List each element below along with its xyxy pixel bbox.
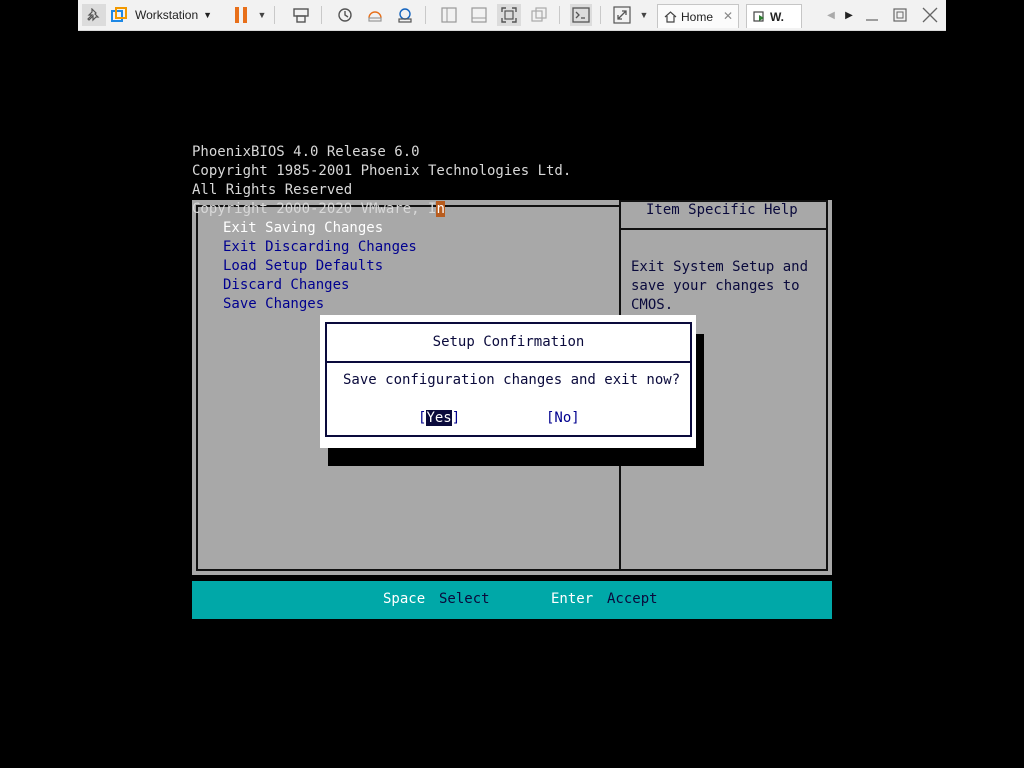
help-divider [619, 228, 828, 230]
window-close-icon[interactable] [919, 4, 941, 26]
home-icon [664, 10, 677, 23]
toolbar-divider [321, 6, 322, 24]
rights-line: All Rights Reserved [192, 182, 353, 198]
bios-version-line: PhoenixBIOS 4.0 Release 6.0 [192, 144, 420, 160]
bios-screen: PhoenixBIOS 4.0 Release 6.0 Copyright 19… [192, 143, 832, 619]
dialog-message: Save configuration changes and exit now? [343, 372, 681, 388]
send-ctrl-alt-del-icon[interactable] [290, 4, 312, 26]
snapshot-manager-icon[interactable] [394, 4, 416, 26]
text-cursor: n [436, 201, 445, 217]
status-action-select: Select [439, 591, 490, 607]
thumbnail-view-icon[interactable] [468, 4, 490, 26]
toolbar-divider [600, 6, 601, 24]
menu-item-exit-saving-changes[interactable]: Exit Saving Changes [223, 219, 383, 238]
status-key-enter: Enter [551, 591, 594, 607]
menu-item-load-setup-defaults[interactable]: Load Setup Defaults [223, 257, 383, 276]
menu-item-discard-changes[interactable]: Discard Changes [223, 276, 349, 295]
console-view-icon[interactable] [570, 4, 592, 26]
vmware-toolbar: Workstation ▼ ▼ ▼ Home ✕ W. ◀ ▶ [78, 0, 946, 31]
help-text: Exit System Setup and save your changes … [631, 259, 809, 313]
status-action-accept: Accept [607, 591, 658, 607]
fullscreen-icon[interactable] [497, 4, 521, 26]
workstation-label: Workstation [135, 8, 199, 22]
dialog-title: Setup Confirmation [432, 334, 585, 350]
pin-icon[interactable] [82, 4, 106, 26]
no-button[interactable]: [No] [546, 409, 580, 428]
status-key-space: Space [383, 591, 426, 607]
maximize-icon[interactable] [890, 4, 910, 26]
status-bar: Space Select Enter Accept [192, 581, 832, 619]
revert-snapshot-icon[interactable] [364, 4, 386, 26]
sidebar-view-icon[interactable] [438, 4, 460, 26]
vm-running-icon [753, 10, 764, 22]
vmware-copyright-text: Copyright 2000-2020 VMware, I [192, 201, 437, 217]
chevron-down-icon: ▼ [203, 10, 213, 20]
pause-dropdown-icon[interactable]: ▼ [256, 4, 268, 26]
unity-icon[interactable] [528, 4, 550, 26]
help-title: Item Specific Help [646, 202, 798, 218]
snapshot-icon[interactable] [334, 4, 356, 26]
workstation-menu-button[interactable]: Workstation ▼ [135, 4, 215, 26]
vmware-copyright-line: Copyright 2000-2020 VMware, In [192, 200, 445, 219]
tab-scroll-right-icon[interactable]: ▶ [842, 4, 856, 26]
setup-confirmation-dialog: Setup Confirmation Save configuration ch… [320, 315, 696, 448]
toolbar-divider [425, 6, 426, 24]
tab-home[interactable]: Home ✕ [657, 4, 739, 28]
tab-home-label: Home [681, 9, 714, 24]
yes-close-bracket: ] [451, 410, 461, 426]
tab-vm[interactable]: W. [746, 4, 802, 28]
phoenix-copyright-line: Copyright 1985-2001 Phoenix Technologies… [192, 163, 572, 179]
dialog-divider [327, 361, 690, 363]
toolbar-divider [274, 6, 275, 24]
toolbar-divider [559, 6, 560, 24]
pause-icon[interactable] [232, 4, 250, 26]
workstation-logo-icon [110, 4, 128, 26]
dialog-frame: Setup Confirmation Save configuration ch… [325, 322, 692, 437]
close-icon[interactable]: ✕ [723, 9, 733, 23]
stretch-guest-icon[interactable] [611, 4, 633, 26]
menu-item-save-changes[interactable]: Save Changes [223, 295, 324, 314]
yes-button[interactable]: [Yes] [418, 409, 460, 428]
menu-item-exit-discarding-changes[interactable]: Exit Discarding Changes [223, 238, 417, 257]
minimize-icon[interactable] [862, 4, 882, 26]
yes-label: Yes [426, 410, 452, 426]
tab-vm-label: W. [770, 9, 784, 24]
tab-scroll-left-icon[interactable]: ◀ [824, 4, 838, 26]
stretch-dropdown-icon[interactable]: ▼ [638, 4, 650, 26]
